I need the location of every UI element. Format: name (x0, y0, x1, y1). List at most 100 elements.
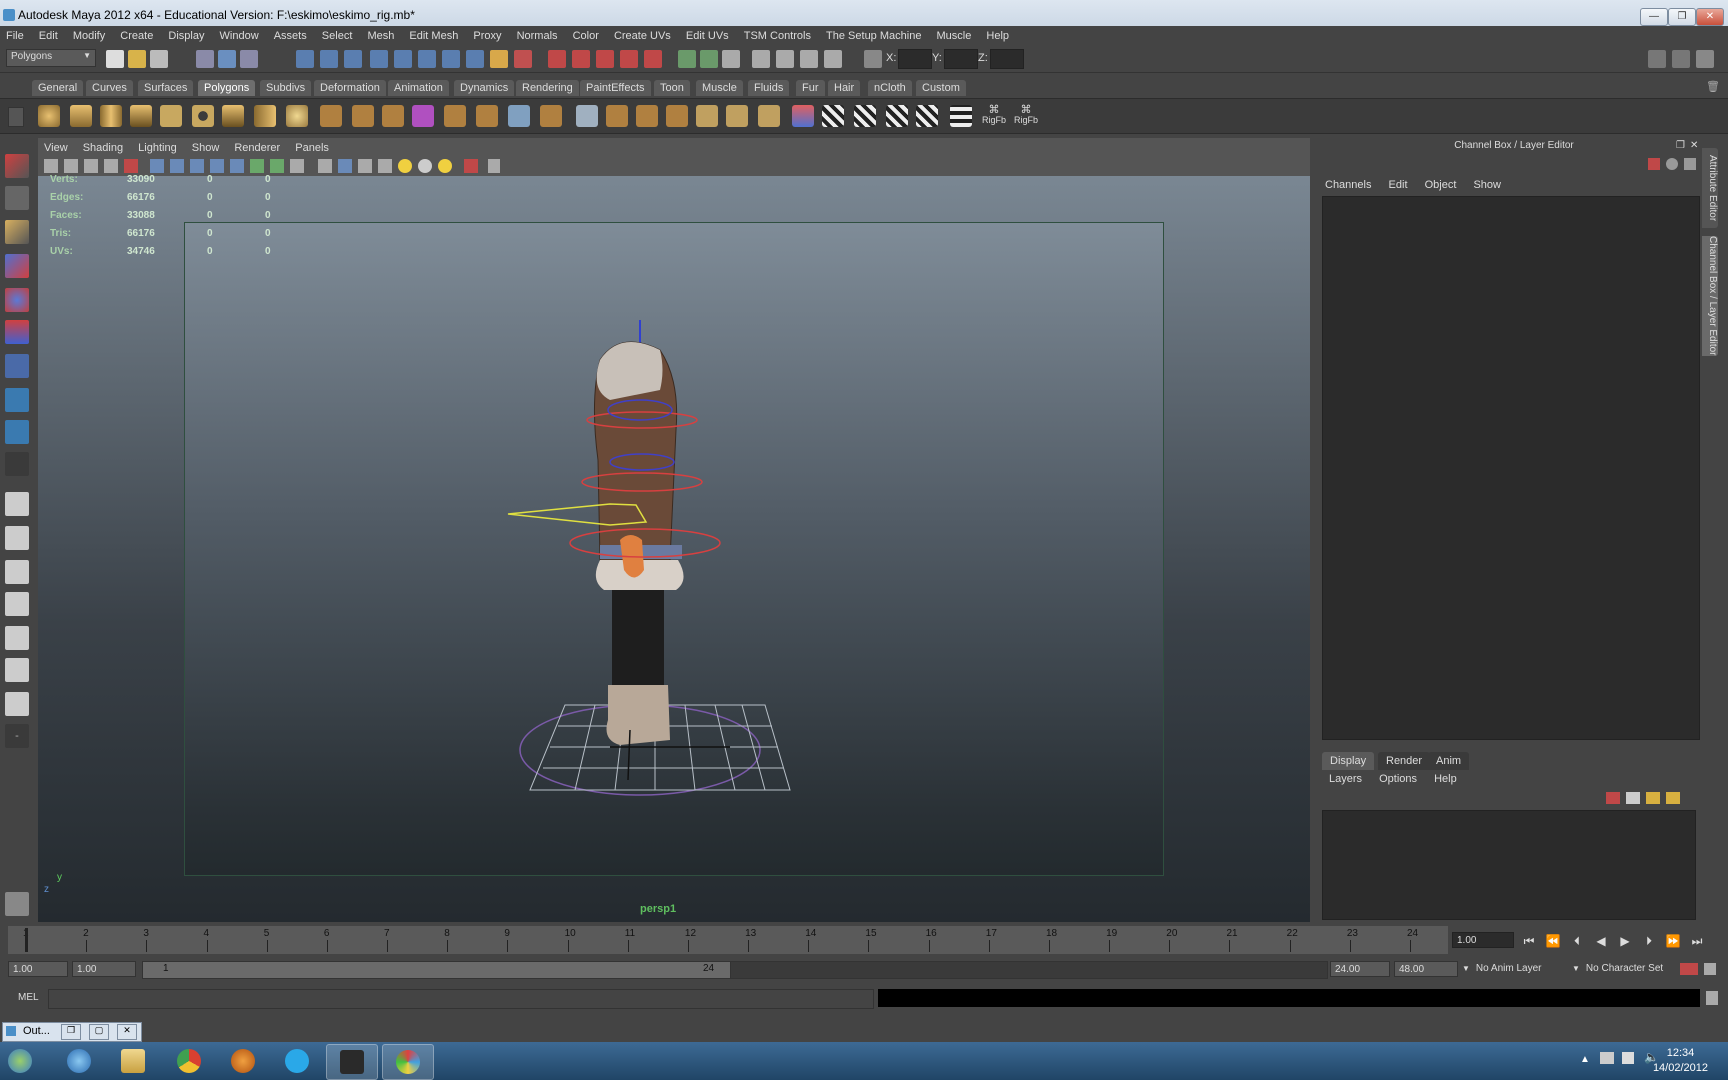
high-quality-icon[interactable] (358, 159, 372, 173)
show-manipulator-icon[interactable] (5, 420, 29, 444)
new-scene-icon[interactable] (106, 50, 124, 68)
append-polygon-icon[interactable] (508, 105, 530, 127)
lock-icon[interactable] (490, 50, 508, 68)
input-mode-icon[interactable] (864, 50, 882, 68)
close-icon[interactable]: ✕ (117, 1024, 137, 1040)
current-time-field[interactable]: 1.00 (1452, 932, 1514, 948)
viewport-menu-lighting[interactable]: Lighting (132, 140, 183, 156)
attribute-editor-toggle-icon[interactable] (1648, 50, 1666, 68)
taskbar-explorer[interactable] (108, 1044, 158, 1078)
layout-more-icon[interactable]: - (5, 724, 29, 748)
light-icon-2[interactable] (418, 159, 432, 173)
minimize-button[interactable]: — (1640, 8, 1668, 26)
layer-menu-options[interactable]: Options (1372, 770, 1424, 788)
poly-torus-icon[interactable] (192, 105, 214, 127)
step-forward-key-icon[interactable]: ⏵ (1640, 932, 1658, 950)
smooth-shade-icon[interactable] (170, 159, 184, 173)
mask-icon-6[interactable] (418, 50, 436, 68)
layout-persp-outliner-icon[interactable] (5, 560, 29, 584)
menu-tsm-controls[interactable]: TSM Controls (738, 26, 817, 46)
step-back-key-icon[interactable]: ⏴ (1568, 932, 1586, 950)
merge-icon[interactable] (666, 105, 688, 127)
smooth-icon[interactable] (412, 105, 434, 127)
move-layer-down-icon[interactable] (1626, 792, 1640, 804)
magnet-icon[interactable] (644, 50, 662, 68)
use-lights-icon[interactable] (270, 159, 284, 173)
history-in-icon[interactable] (678, 50, 696, 68)
last-tool-icon[interactable] (5, 452, 29, 476)
menu-select[interactable]: Select (316, 26, 359, 46)
shelf-tab-ncloth[interactable]: nCloth (868, 80, 912, 96)
layer-menu-help[interactable]: Help (1427, 770, 1464, 788)
safe-action-icon[interactable] (488, 159, 500, 173)
checker-icon-4[interactable] (916, 105, 938, 127)
menu-color[interactable]: Color (567, 26, 605, 46)
channel-menu-object[interactable]: Object (1418, 176, 1464, 194)
poly-cylinder-icon[interactable] (100, 105, 122, 127)
channel-menu-channels[interactable]: Channels (1318, 176, 1378, 194)
planar-map-icon[interactable] (696, 105, 718, 127)
bridge-icon[interactable] (476, 105, 498, 127)
menu-edit[interactable]: Edit (33, 26, 64, 46)
layer-tab-anim[interactable]: Anim (1428, 752, 1470, 770)
select-tool-icon[interactable] (5, 154, 29, 178)
poly-cone-icon[interactable] (130, 105, 152, 127)
shelf-tab-subdivs[interactable]: Subdivs (260, 80, 312, 96)
layout-persp-graph-icon[interactable] (5, 592, 29, 616)
combine-icon[interactable] (320, 105, 342, 127)
trash-icon[interactable]: 🗑 (1706, 80, 1720, 93)
bookmark-icon[interactable] (64, 159, 78, 173)
taskbar-clock[interactable]: 12:34 14/02/2012 (1653, 1046, 1708, 1076)
spherical-map-icon[interactable] (758, 105, 780, 127)
range-slider-track[interactable] (730, 961, 1328, 979)
layout-outliner-icon[interactable] (5, 658, 29, 682)
maximize-icon[interactable]: ▢ (89, 1024, 109, 1040)
snap-point-icon[interactable] (596, 50, 614, 68)
isolate-select-icon[interactable] (290, 159, 304, 173)
shelf-tab-polygons[interactable]: Polygons (198, 80, 256, 96)
command-input[interactable] (48, 989, 874, 1009)
highlight-icon[interactable] (514, 50, 532, 68)
layer-list-area[interactable] (1322, 810, 1696, 920)
mask-icon-4[interactable] (370, 50, 388, 68)
layout-single-icon[interactable] (5, 492, 29, 516)
shelf-tab-surfaces[interactable]: Surfaces (138, 80, 194, 96)
menu-proxy[interactable]: Proxy (467, 26, 507, 46)
poly-plane-icon[interactable] (160, 105, 182, 127)
select-hierarchy-icon[interactable] (196, 50, 214, 68)
default-material-icon[interactable] (318, 159, 332, 173)
shelf-menu-icon[interactable] (8, 107, 24, 127)
minimized-outliner-window[interactable]: Out... ❐ ▢ ✕ (2, 1022, 142, 1042)
action-center-icon[interactable] (1600, 1052, 1614, 1064)
mask-icon-5[interactable] (394, 50, 412, 68)
shelf-tab-curves[interactable]: Curves (86, 80, 133, 96)
menu-file[interactable]: File (0, 26, 30, 46)
resolution-gate-icon[interactable] (464, 159, 478, 173)
poly-soccer-icon[interactable] (286, 105, 308, 127)
channel-speed-icon[interactable] (1666, 158, 1678, 170)
channel-sync-icon[interactable] (1684, 158, 1696, 170)
shelf-tab-fur[interactable]: Fur (796, 80, 825, 96)
snap-grid-icon[interactable] (548, 50, 566, 68)
menu-create[interactable]: Create (114, 26, 159, 46)
menu-help[interactable]: Help (980, 26, 1015, 46)
snap-curve-icon[interactable] (572, 50, 590, 68)
taskbar-paint[interactable] (382, 1044, 434, 1080)
poly-pipe-icon[interactable] (254, 105, 276, 127)
quick-layout-icon[interactable] (5, 892, 29, 916)
layout-graph-editor-icon[interactable] (5, 692, 29, 716)
viewport-menu-renderer[interactable]: Renderer (228, 140, 286, 156)
checker-icon-2[interactable] (854, 105, 876, 127)
rigfb-button-1[interactable]: ⌘ RigFb (980, 103, 1008, 125)
layout-four-icon[interactable] (5, 526, 29, 550)
insert-edge-loop-icon[interactable] (606, 105, 628, 127)
move-tool-icon[interactable] (5, 254, 29, 278)
go-to-end-icon[interactable]: ⏭ (1688, 932, 1706, 950)
light-icon-3[interactable] (438, 159, 452, 173)
offset-edge-icon[interactable] (636, 105, 658, 127)
maximize-button[interactable]: ❐ (1668, 8, 1696, 26)
shelf-tab-animation[interactable]: Animation (388, 80, 449, 96)
soft-mod-tool-icon[interactable] (5, 388, 29, 412)
xray-joints-icon[interactable] (230, 159, 244, 173)
select-component-icon[interactable] (240, 50, 258, 68)
